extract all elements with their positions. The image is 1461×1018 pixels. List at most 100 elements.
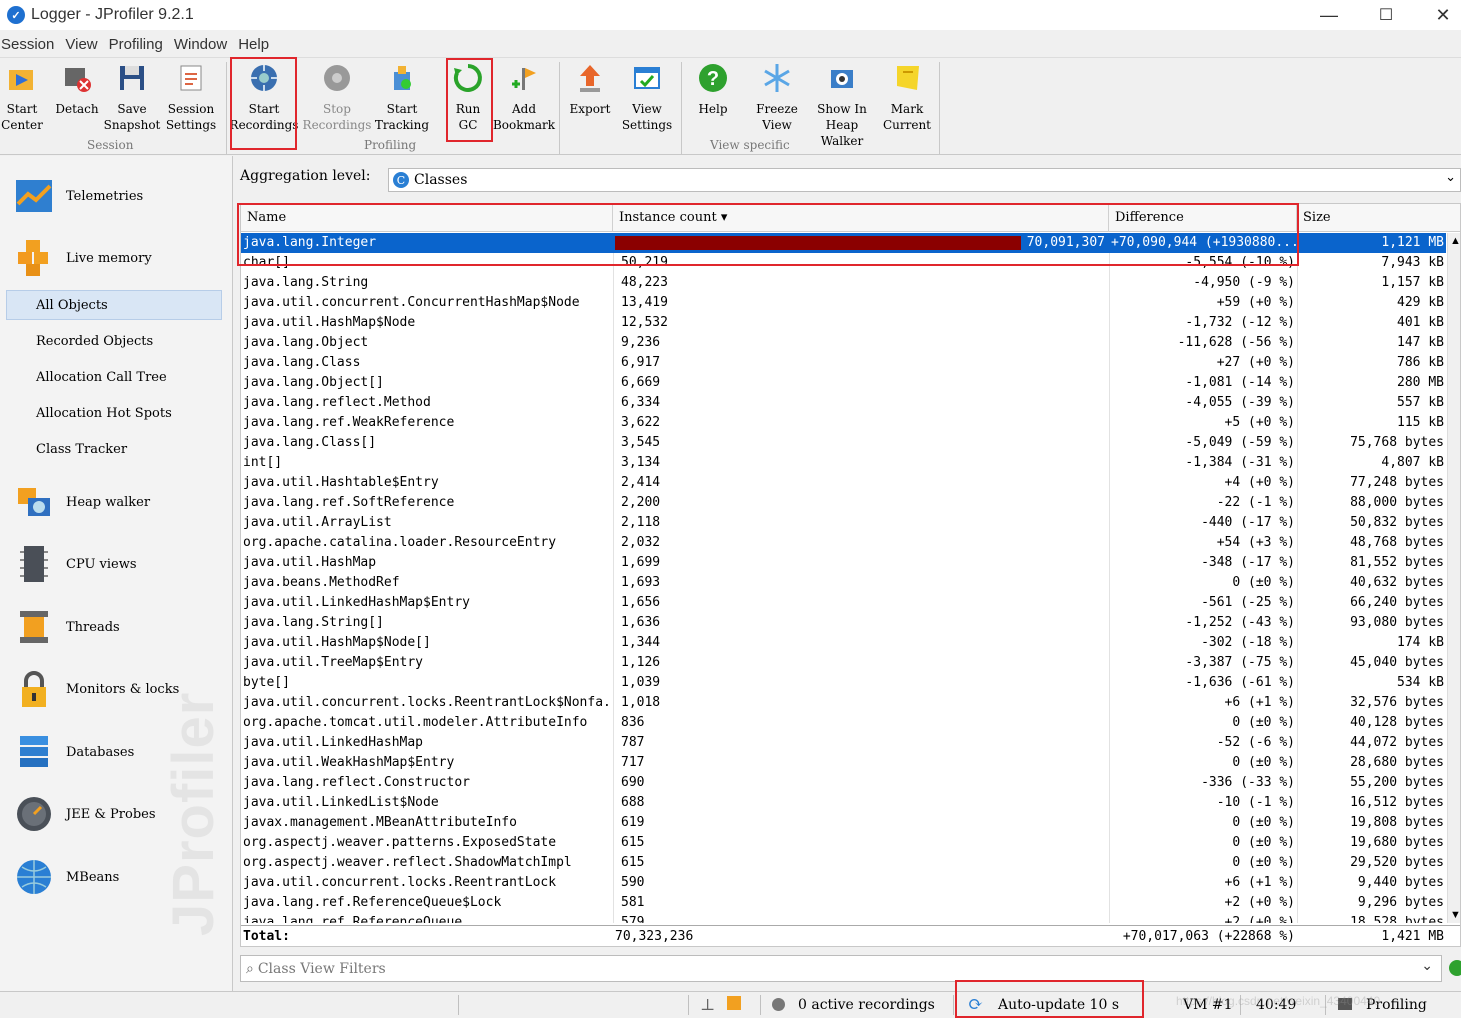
- save-snapshot-button[interactable]: Save Snapshot: [104, 62, 160, 133]
- table-row[interactable]: java.lang.reflect.Constructor 690 -336 (-3…: [241, 773, 1446, 793]
- table-row[interactable]: int[] 3,134 -1,384 (-31 %) 4,807 kB: [241, 453, 1446, 473]
- maximize-button[interactable]: ☐: [1358, 0, 1414, 30]
- table-row[interactable]: org.apache.tomcat.util.modeler.Attribute…: [241, 713, 1446, 733]
- row-class-name: java.util.ArrayList: [243, 515, 392, 530]
- table-row[interactable]: java.util.concurrent.locks.ReentrantLock…: [241, 693, 1446, 713]
- column-header-name[interactable]: Name: [241, 204, 613, 232]
- sidebar-item-jee-probes[interactable]: JEE & Probes: [0, 794, 156, 834]
- table-row[interactable]: java.util.HashMap 1,699 -348 (-17 %) 81,552…: [241, 553, 1446, 573]
- jprofiler-app-icon: ✓: [7, 6, 25, 24]
- auto-update-status[interactable]: Auto-update 10 s: [998, 997, 1119, 1013]
- sidebar-subitem-all-objects[interactable]: All Objects: [36, 298, 108, 313]
- sidebar-item-threads[interactable]: Threads: [0, 607, 120, 647]
- stop-recordings-button[interactable]: Stop Recordings: [303, 62, 371, 133]
- sidebar-item-telemetries[interactable]: Telemetries: [0, 176, 143, 216]
- table-row[interactable]: java.util.ArrayList 2,118 -440 (-17 %) 50,8…: [241, 513, 1446, 533]
- scroll-down-icon[interactable]: ▼: [1450, 909, 1460, 921]
- auto-update-icon[interactable]: ⟳: [968, 994, 983, 1015]
- sidebar-item-live-memory[interactable]: Live memory: [0, 238, 152, 278]
- row-size: 115 kB: [1397, 415, 1444, 430]
- menu-window[interactable]: Window: [173, 33, 228, 57]
- class-view-filter-input[interactable]: ⌕ Class View Filters ⌄: [240, 955, 1442, 982]
- detach-button[interactable]: Detach: [55, 62, 99, 117]
- vertical-scrollbar[interactable]: ▲ ▼: [1447, 233, 1460, 923]
- heap-walker-icon: [14, 482, 54, 522]
- table-row[interactable]: org.apache.catalina.loader.ResourceEntry…: [241, 533, 1446, 553]
- table-row[interactable]: java.lang.Object[] 6,669 -1,081 (-14 %) 280…: [241, 373, 1446, 393]
- column-header-difference[interactable]: Difference: [1109, 204, 1297, 232]
- minimize-button[interactable]: —: [1301, 0, 1357, 30]
- row-instance-count: 1,636: [621, 615, 661, 630]
- sidebar-subitem-recorded-objects[interactable]: Recorded Objects: [36, 334, 153, 349]
- pin-icon[interactable]: ⊥: [700, 995, 715, 1014]
- add-bookmark-button[interactable]: Add Bookmark: [493, 62, 555, 133]
- session-settings-button[interactable]: Session Settings: [164, 62, 218, 133]
- row-difference: +59 (+0 %): [1216, 295, 1295, 310]
- sidebar-item-cpu-views[interactable]: CPU views: [0, 544, 137, 584]
- flag-icon[interactable]: [727, 996, 741, 1010]
- sidebar-item-monitors-locks[interactable]: Monitors & locks: [0, 669, 179, 709]
- table-row[interactable]: java.util.concurrent.ConcurrentHashMap$N…: [241, 293, 1446, 313]
- table-row[interactable]: java.lang.reflect.Method 6,334 -4,055 (-39…: [241, 393, 1446, 413]
- table-row[interactable]: javax.management.MBeanAttributeInfo 619 0 …: [241, 813, 1446, 833]
- view-settings-button[interactable]: View Settings: [620, 62, 674, 133]
- scroll-up-icon[interactable]: ▲: [1450, 235, 1460, 247]
- column-header-instance-count[interactable]: Instance count ▾: [613, 204, 1109, 232]
- help-button[interactable]: ? Help: [693, 62, 733, 117]
- sort-desc-icon: ▾: [720, 210, 728, 225]
- table-row[interactable]: java.util.WeakHashMap$Entry 717 0 (±0 %) 28…: [241, 753, 1446, 773]
- export-button[interactable]: Export: [568, 62, 612, 117]
- table-row[interactable]: java.beans.MethodRef 1,693 0 (±0 %) 40,632 …: [241, 573, 1446, 593]
- sidebar-subitem-allocation-call-tree[interactable]: Allocation Call Tree: [36, 370, 167, 385]
- table-row[interactable]: java.lang.ref.SoftReference 2,200 -22 (-1 …: [241, 493, 1446, 513]
- chevron-down-icon[interactable]: ⌄: [1421, 958, 1433, 974]
- table-row[interactable]: java.util.LinkedHashMap 787 -52 (-6 %) 44,0…: [241, 733, 1446, 753]
- start-recordings-button[interactable]: Start Recordings: [230, 62, 298, 133]
- table-row[interactable]: java.lang.ref.WeakReference 3,622 +5 (+0 %…: [241, 413, 1446, 433]
- table-row[interactable]: java.lang.Class[] 3,545 -5,049 (-59 %) 75,7…: [241, 433, 1446, 453]
- table-row[interactable]: java.util.concurrent.locks.ReentrantLock…: [241, 873, 1446, 893]
- table-row[interactable]: java.lang.String 48,223 -4,950 (-9 %) 1,157…: [241, 273, 1446, 293]
- table-row[interactable]: java.lang.Object 9,236 -11,628 (-56 %) 147 …: [241, 333, 1446, 353]
- menu-view[interactable]: View: [64, 33, 98, 57]
- sidebar-subitem-class-tracker[interactable]: Class Tracker: [36, 442, 127, 457]
- filter-apply-icon[interactable]: [1449, 960, 1461, 976]
- table-row[interactable]: org.aspectj.weaver.reflect.ShadowMatchIm…: [241, 853, 1446, 873]
- sidebar-item-databases[interactable]: Databases: [0, 732, 134, 772]
- aggregation-select[interactable]: C Classes ⌄: [388, 168, 1461, 192]
- menu-help[interactable]: Help: [237, 33, 270, 57]
- menu-session[interactable]: Session: [0, 33, 55, 57]
- row-class-name: java.lang.ref.ReferenceQueue: [243, 915, 463, 923]
- filter-placeholder: Class View Filters: [257, 960, 386, 977]
- sidebar-item-mbeans[interactable]: MBeans: [0, 857, 119, 897]
- table-row[interactable]: java.lang.ref.ReferenceQueue$Lock 581 +2 (…: [241, 893, 1446, 913]
- total-label: Total:: [243, 929, 290, 944]
- sidebar-subitem-allocation-hot-spots[interactable]: Allocation Hot Spots: [36, 406, 172, 421]
- mark-current-button[interactable]: Mark Current: [882, 62, 932, 133]
- table-row[interactable]: java.util.TreeMap$Entry 1,126 -3,387 (-75 …: [241, 653, 1446, 673]
- table-row[interactable]: byte[] 1,039 -1,636 (-61 %) 534 kB: [241, 673, 1446, 693]
- show-in-heap-walker-button[interactable]: Show In Heap Walker: [806, 62, 878, 149]
- table-row[interactable]: java.lang.Integer 70,091,307 +70,090,944 (…: [241, 233, 1446, 253]
- table-row[interactable]: java.lang.Class 6,917 +27 (+0 %) 786 kB: [241, 353, 1446, 373]
- table-row[interactable]: java.util.LinkedList$Node 688 -10 (-1 %) 16…: [241, 793, 1446, 813]
- start-tracking-button[interactable]: Start Tracking: [374, 62, 430, 133]
- table-row[interactable]: java.lang.ref.ReferenceQueue 579 +2 (+0 %)…: [241, 913, 1446, 923]
- table-row[interactable]: org.aspectj.weaver.patterns.ExposedState…: [241, 833, 1446, 853]
- close-button[interactable]: ✕: [1415, 0, 1461, 30]
- table-row[interactable]: char[] 50,219 -5,554 (-10 %) 7,943 kB: [241, 253, 1446, 273]
- menu-profiling[interactable]: Profiling: [108, 33, 164, 57]
- stop-recordings-icon: [321, 62, 353, 94]
- freeze-view-button[interactable]: Freeze View: [752, 62, 802, 133]
- column-header-size[interactable]: Size: [1297, 204, 1447, 232]
- table-row[interactable]: java.util.Hashtable$Entry 2,414 +4 (+0 %) 7…: [241, 473, 1446, 493]
- table-row[interactable]: java.util.HashMap$Node 12,532 -1,732 (-12 …: [241, 313, 1446, 333]
- row-difference: 0 (±0 %): [1232, 815, 1295, 830]
- table-row[interactable]: java.util.LinkedHashMap$Entry 1,656 -561 (…: [241, 593, 1446, 613]
- table-row[interactable]: java.lang.String[] 1,636 -1,252 (-43 %) 93,…: [241, 613, 1446, 633]
- table-row[interactable]: java.util.HashMap$Node[] 1,344 -302 (-18 %…: [241, 633, 1446, 653]
- run-gc-button[interactable]: Run GC: [446, 62, 490, 133]
- start-center-button[interactable]: Start Center: [1, 62, 43, 133]
- recording-status-icon: [772, 998, 785, 1011]
- sidebar-item-heap-walker[interactable]: Heap walker: [0, 482, 150, 522]
